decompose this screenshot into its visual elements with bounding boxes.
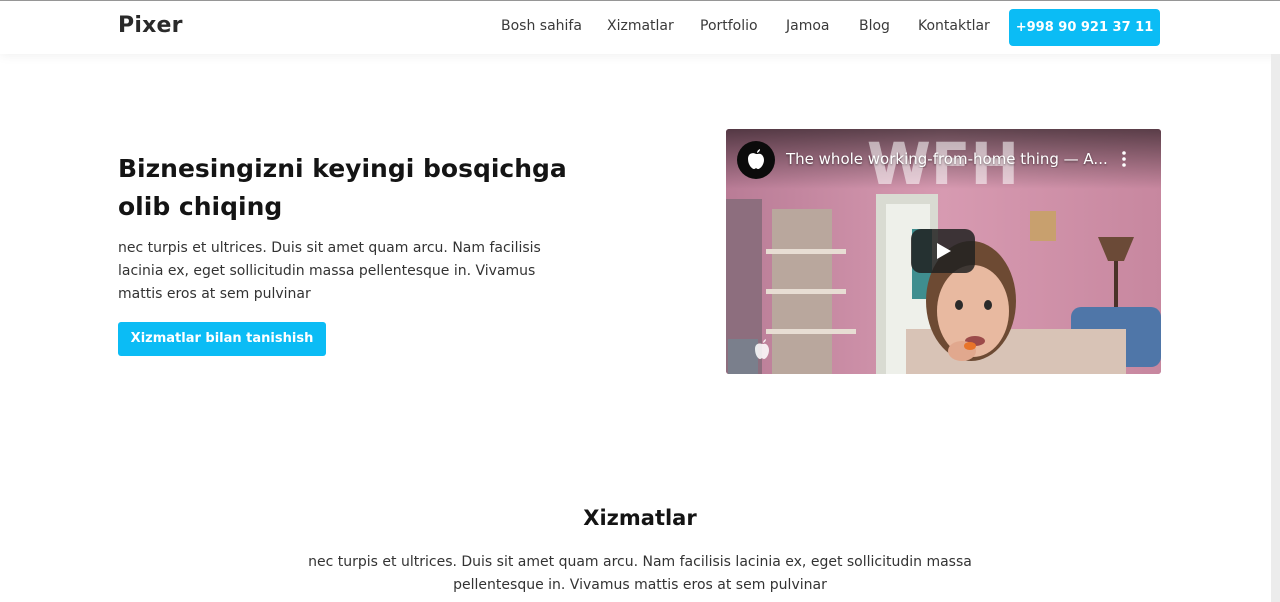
nav-item-home[interactable]: Bosh sahifa bbox=[501, 18, 582, 34]
hero-text: nec turpis et ultrices. Duis sit amet qu… bbox=[118, 240, 541, 302]
play-button[interactable] bbox=[911, 229, 975, 273]
hero-title: Biznesingizni keyingi bosqichga olib chi… bbox=[118, 154, 567, 221]
apple-logo-icon[interactable] bbox=[737, 141, 775, 179]
play-icon bbox=[937, 243, 951, 259]
services-cta-button[interactable]: Xizmatlar bilan tanishish bbox=[118, 322, 326, 356]
services-text: nec turpis et ultrices. Duis sit amet qu… bbox=[308, 554, 972, 593]
logo[interactable]: Pixer bbox=[118, 13, 183, 38]
more-options-icon[interactable] bbox=[1116, 149, 1132, 169]
services-title: Xizmatlar bbox=[583, 506, 697, 530]
phone-button[interactable]: +998 90 921 37 11 bbox=[1009, 9, 1160, 46]
nav-item-team[interactable]: Jamoa bbox=[786, 18, 830, 34]
video-title[interactable]: The whole working-from-home thing — A... bbox=[786, 150, 1116, 168]
video-player[interactable]: WFH The whole working-from-home thing — … bbox=[726, 129, 1161, 374]
nav-item-services[interactable]: Xizmatlar bbox=[607, 18, 674, 34]
site-header: Pixer Bosh sahifa Xizmatlar Portfolio Ja… bbox=[0, 1, 1280, 54]
nav-item-portfolio[interactable]: Portfolio bbox=[700, 18, 758, 34]
apple-watermark-icon bbox=[752, 337, 772, 361]
nav-item-blog[interactable]: Blog bbox=[859, 18, 890, 34]
nav-item-contacts[interactable]: Kontaktlar bbox=[918, 18, 990, 34]
